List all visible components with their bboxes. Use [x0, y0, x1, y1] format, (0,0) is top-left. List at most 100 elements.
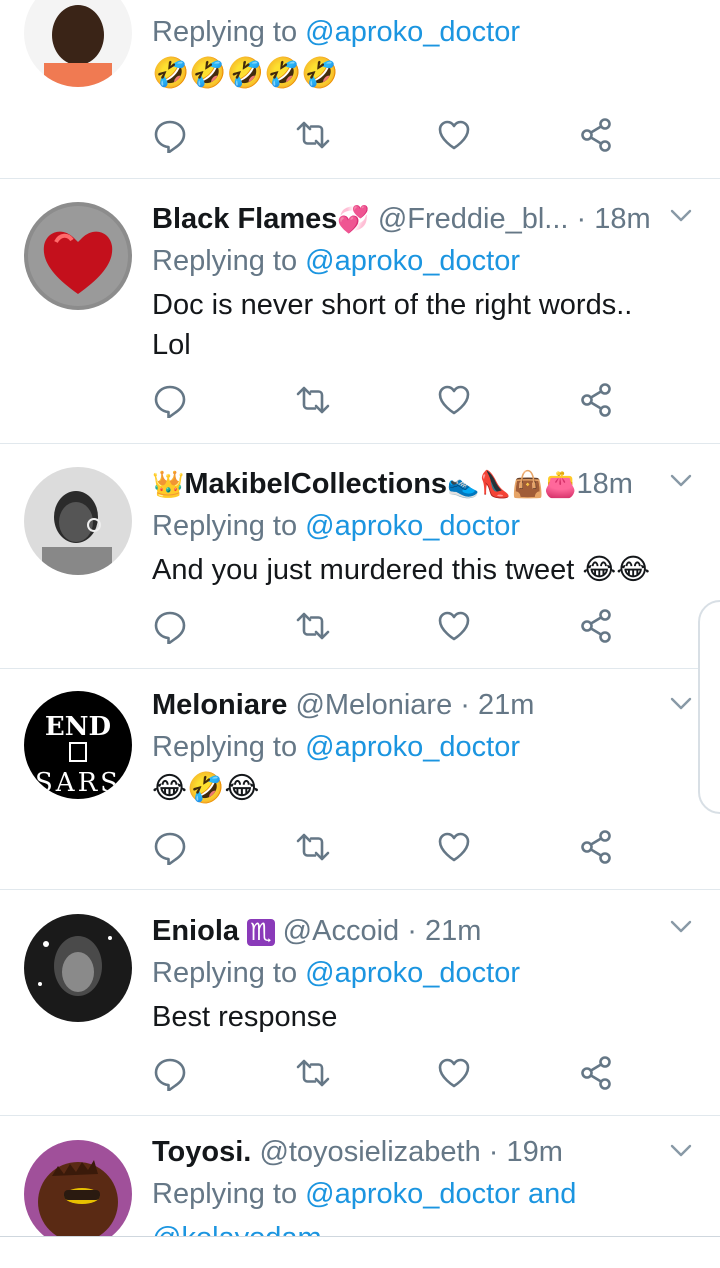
like-icon	[438, 385, 470, 415]
zodiac-emoji: ♏	[247, 919, 275, 946]
tweet-menu-button[interactable]	[670, 697, 692, 719]
mention-link[interactable]: @aproko_doctor	[305, 957, 520, 989]
share-button[interactable]	[578, 117, 618, 157]
avatar-image	[24, 0, 132, 87]
replying-label: Replying to	[152, 510, 306, 542]
avatar[interactable]	[24, 914, 132, 1022]
share-icon	[581, 609, 611, 643]
fast-scroll-handle[interactable]	[698, 600, 720, 814]
tweet-menu-button[interactable]	[670, 474, 692, 496]
replying-label: Replying to	[152, 245, 306, 277]
retweet-button[interactable]	[295, 608, 335, 648]
handle[interactable]: @toyosielizabeth	[259, 1136, 480, 1168]
retweet-button[interactable]	[295, 829, 335, 869]
share-icon	[581, 830, 611, 864]
display-name[interactable]: Meloniare	[152, 689, 287, 721]
tweet-reply-4[interactable]: Eniola ♏ @Accoid · 21m Replying to @apro…	[0, 890, 720, 1116]
tweet-reply-1[interactable]: Black Flames💞 @Freddie_bl... · 18m Reply…	[0, 179, 720, 444]
reply-button[interactable]	[152, 829, 192, 869]
tweet-reply-3[interactable]: END SARS Meloniare @Meloniare · 21m Repl…	[0, 669, 720, 890]
mention-link[interactable]: @aproko_doctor	[305, 731, 520, 763]
chevron-down-icon	[670, 697, 692, 710]
reply-button[interactable]	[152, 1055, 192, 1095]
name-emoji: 👟👠👜👛	[447, 469, 577, 499]
handle[interactable]: @Freddie_bl...	[378, 203, 569, 235]
avatar[interactable]: END SARS	[24, 691, 132, 799]
crown-emoji: 👑	[152, 469, 185, 499]
share-icon	[581, 1056, 611, 1090]
share-button[interactable]	[578, 829, 618, 869]
separator-dot: ·	[460, 689, 470, 721]
tweet-menu-button[interactable]	[670, 209, 692, 231]
tweet-actions	[152, 382, 632, 422]
reply-icon	[154, 611, 186, 645]
handle[interactable]: @Accoid	[283, 915, 399, 947]
tweet-menu-button[interactable]	[670, 920, 692, 942]
reply-button[interactable]	[152, 117, 192, 157]
mention-link[interactable]: @aproko_doctor and	[305, 1178, 576, 1210]
display-name[interactable]: Eniola	[152, 915, 239, 947]
share-button[interactable]	[578, 382, 618, 422]
mention-link[interactable]: @aproko_doctor	[305, 245, 520, 277]
timestamp[interactable]: 19m	[507, 1136, 563, 1168]
tweet-text: Best response	[152, 1001, 338, 1033]
avatar[interactable]	[24, 0, 132, 87]
tweet-reply-5[interactable]: Toyosi. @toyosielizabeth · 19m Replying …	[0, 1116, 720, 1236]
tweet-actions	[152, 117, 632, 157]
share-button[interactable]	[578, 1055, 618, 1095]
like-button[interactable]	[436, 117, 476, 157]
chevron-down-icon	[670, 474, 692, 487]
avatar-text-top: END	[45, 712, 111, 742]
display-name[interactable]: MakibelCollections	[184, 468, 447, 500]
like-button[interactable]	[436, 608, 476, 648]
avatar-image	[24, 914, 132, 1022]
replying-label: Replying to	[152, 16, 306, 48]
like-button[interactable]	[436, 829, 476, 869]
reply-button[interactable]	[152, 608, 192, 648]
share-icon	[581, 383, 611, 417]
avatar-image	[24, 202, 132, 310]
retweet-button[interactable]	[295, 382, 335, 422]
like-button[interactable]	[436, 382, 476, 422]
like-icon	[438, 611, 470, 641]
tweet-reply-2[interactable]: 👑MakibelCollections👟👠👜👛18m Replying to @…	[0, 444, 720, 669]
share-icon	[581, 118, 611, 152]
like-icon	[438, 832, 470, 862]
mention-link[interactable]: @aproko_doctor	[305, 510, 520, 542]
separator-dot: ·	[576, 203, 587, 235]
display-name[interactable]: Toyosi.	[152, 1136, 251, 1168]
timestamp[interactable]: 21m	[478, 689, 534, 721]
display-name[interactable]: Black Flames	[152, 203, 337, 235]
avatar-text-bottom: SARS	[35, 768, 121, 798]
retweet-button[interactable]	[295, 117, 335, 157]
tweet-menu-button[interactable]	[670, 1144, 692, 1166]
timestamp[interactable]: 21m	[425, 915, 481, 947]
replying-label: Replying to	[152, 1178, 306, 1210]
avatar[interactable]	[24, 467, 132, 575]
reply-icon	[154, 120, 186, 154]
replying-to: Replying to @aproko_doctor	[152, 239, 700, 283]
retweet-button[interactable]	[295, 1055, 335, 1095]
avatar[interactable]	[24, 202, 132, 310]
mention-link-2[interactable]: @kolayodam	[152, 1222, 322, 1236]
avatar-image	[24, 467, 132, 575]
like-button[interactable]	[436, 1055, 476, 1095]
handle[interactable]: @Meloniare	[295, 689, 452, 721]
retweet-icon	[296, 833, 330, 861]
mention-link[interactable]: @aproko_doctor	[305, 16, 520, 48]
avatar[interactable]	[24, 1140, 132, 1236]
timestamp[interactable]: 18m	[577, 468, 633, 500]
reply-icon	[154, 1058, 186, 1092]
tweet-header: Eniola ♏ @Accoid · 21m	[152, 911, 662, 951]
tweet-text: 🤣🤣🤣🤣🤣	[152, 57, 339, 90]
tweet-reply-0[interactable]: Replying to @aproko_doctor 🤣🤣🤣🤣🤣	[0, 0, 720, 179]
chevron-down-icon	[670, 920, 692, 933]
timestamp[interactable]: 18m	[594, 203, 650, 235]
reply-button[interactable]	[152, 382, 192, 422]
like-icon	[438, 1058, 470, 1088]
share-button[interactable]	[578, 608, 618, 648]
reply-icon	[154, 832, 186, 866]
replying-to: Replying to @aproko_doctor	[152, 951, 700, 995]
tweet-header: Meloniare @Meloniare · 21m	[152, 685, 662, 725]
separator-dot: ·	[407, 915, 417, 947]
